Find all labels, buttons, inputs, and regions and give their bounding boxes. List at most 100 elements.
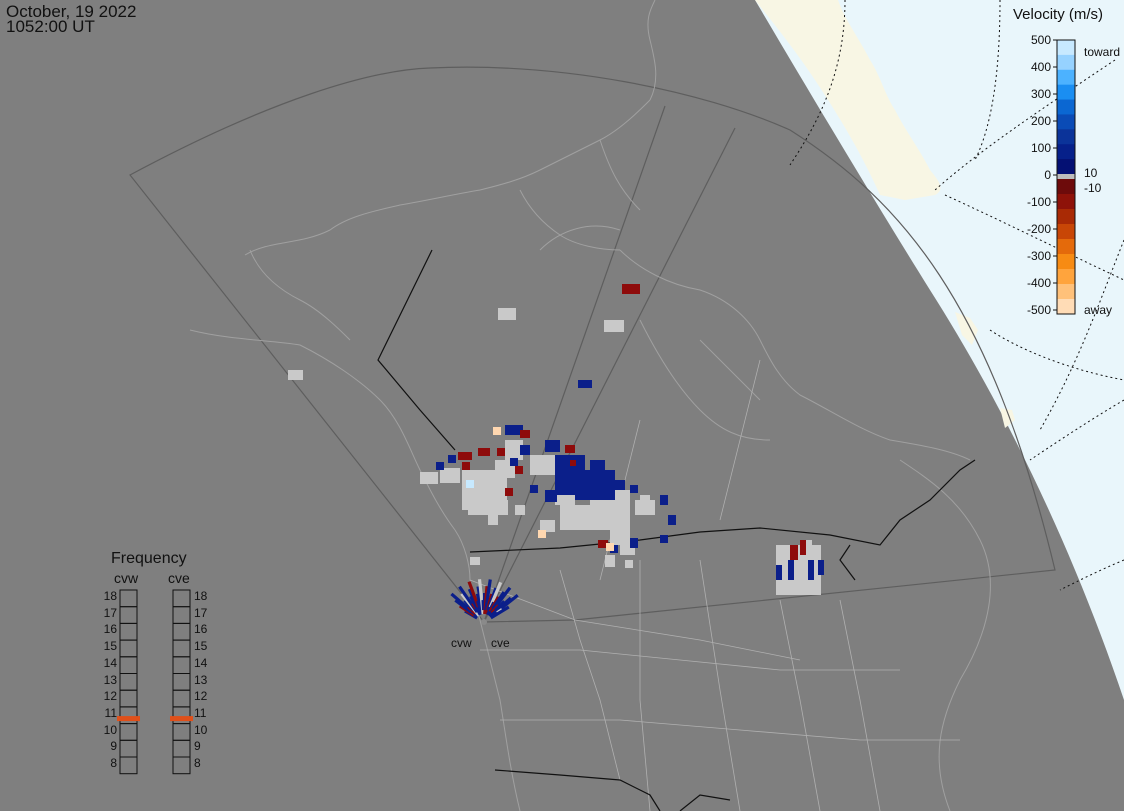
frequency-marker (170, 716, 193, 722)
frequency-scale-label: 18 (103, 589, 117, 603)
frequency-scale-label: 16 (194, 622, 208, 637)
scatter-cell (488, 515, 498, 525)
radar-cve-col-label: cve (168, 570, 190, 586)
scatter-cell (462, 462, 470, 470)
scatter-cell (520, 430, 530, 438)
minus-threshold-label: -10 (1084, 181, 1102, 195)
frequency-scale-label: 14 (103, 655, 117, 670)
colorbar-segment-toward (1057, 129, 1075, 145)
scatter-cell (510, 458, 518, 466)
scatter-cell (466, 480, 474, 488)
frequency-scale-label: 14 (194, 655, 208, 670)
scatter-cell (468, 500, 508, 515)
frequency-scale-label: 13 (103, 672, 117, 687)
scatter-cell (420, 472, 438, 484)
scatter-cell (288, 370, 303, 380)
radar-site-cve: cve (491, 636, 510, 650)
colorbar-segment-toward (1057, 69, 1075, 86)
frequency-scale-label: 17 (103, 605, 117, 620)
colorbar-tick-label: 0 (1044, 168, 1051, 182)
scatter-cell (818, 560, 824, 575)
radar-site-cvw: cvw (451, 636, 472, 650)
toward-label: toward (1084, 45, 1121, 59)
scatter-cell (493, 427, 501, 435)
scatter-cell (570, 460, 576, 466)
scatter-cell (668, 515, 676, 525)
scatter-cell (530, 485, 538, 493)
colorbar-tick-label: 300 (1030, 87, 1051, 101)
colorbar-segment-away (1057, 254, 1075, 270)
colorbar-segment-toward (1057, 84, 1075, 101)
colorbar-segment-toward (1057, 159, 1075, 175)
scatter-cell (436, 462, 444, 470)
radar-cvw-col-label: cvw (114, 570, 139, 586)
frequency-scale-label: 13 (194, 672, 208, 687)
colorbar-tick-label: 200 (1030, 114, 1051, 128)
frequency-scale-label: 11 (194, 705, 207, 720)
frequency-title: Frequency (111, 550, 187, 567)
colorbar-segment-away (1057, 284, 1075, 300)
frequency-scale-label: 11 (104, 705, 117, 720)
frequency-scale-label: 12 (103, 689, 117, 704)
scatter-cell (660, 535, 668, 543)
velocity-title: Velocity (m/s) (1013, 6, 1104, 23)
colorbar-segment-away (1057, 269, 1075, 285)
colorbar-segment-toward (1057, 54, 1075, 71)
colorbar-segment-away (1057, 239, 1075, 255)
scatter-cell (520, 445, 530, 455)
scatter-cell (776, 565, 782, 580)
scatter-cell (565, 445, 575, 453)
scatter-cell (800, 540, 806, 555)
scatter-cell (538, 530, 546, 538)
scatter-cell (776, 545, 821, 595)
frequency-scale-label: 9 (194, 739, 201, 754)
plus-threshold-label: 10 (1084, 166, 1098, 180)
scatter-cell (448, 455, 456, 463)
frequency-scale-label: 9 (110, 739, 117, 754)
colorbar-segment-away (1057, 224, 1075, 240)
frequency-marker (117, 716, 140, 722)
colorbar-tick-label: -200 (1026, 222, 1051, 236)
radar-map (0, 0, 1124, 811)
scatter-cell (470, 557, 480, 565)
scatter-cell (505, 488, 513, 496)
scatter-cell (578, 380, 592, 388)
scatter-cell (605, 555, 615, 567)
scatter-cell (660, 495, 668, 505)
colorbar-segment-toward (1057, 144, 1075, 160)
colorbar-tick-label: -500 (1026, 303, 1051, 317)
scatter-cell (545, 440, 560, 452)
frequency-scale-label: 12 (194, 689, 208, 704)
frequency-scale-label: 10 (103, 722, 117, 737)
radar-site-dot (481, 619, 487, 625)
colorbar-tick-label: -100 (1026, 195, 1051, 209)
frequency-scale-label: 16 (103, 622, 117, 637)
scatter-cell (515, 505, 525, 515)
scatter-cell (606, 543, 614, 551)
colorbar-segment-toward (1057, 114, 1075, 130)
colorbar-tick-label: 500 (1030, 33, 1051, 47)
time-label: 1052:00 UT (6, 17, 95, 36)
colorbar-tick-label: 400 (1030, 60, 1051, 74)
colorbar-zero-band (1057, 174, 1075, 179)
scatter-cell (630, 485, 638, 493)
scatter-cell (615, 480, 625, 490)
scatter-cell (590, 460, 605, 475)
frequency-scale-label: 18 (194, 589, 208, 603)
colorbar-tick-label: 100 (1030, 141, 1051, 155)
colorbar-tick-label: -300 (1026, 249, 1051, 263)
scatter-cell (515, 466, 523, 474)
scatter-cell (440, 468, 460, 483)
frequency-scale-label: 15 (194, 639, 208, 654)
scatter-cell (600, 485, 610, 495)
scatter-cell (788, 560, 794, 580)
scatter-cell (640, 495, 650, 505)
scatter-cell (478, 448, 490, 456)
scatter-cell (790, 545, 798, 560)
frequency-scale-label: 8 (110, 756, 117, 770)
frequency-scale-label: 8 (194, 756, 201, 770)
away-label: away (1084, 303, 1113, 317)
frequency-scale-label: 10 (194, 722, 208, 737)
scatter-cell (622, 284, 640, 294)
scatter-cell (498, 308, 516, 320)
